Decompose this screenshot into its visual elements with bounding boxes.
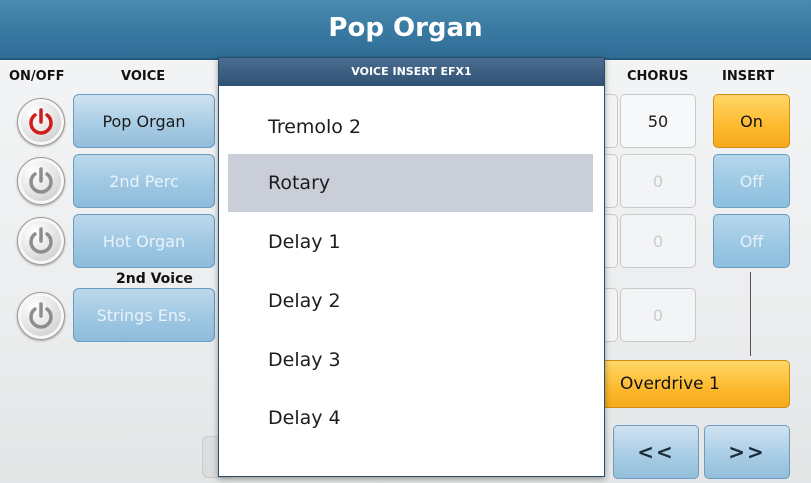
chorus-value-3[interactable]: 0 — [620, 214, 696, 268]
chorus-value-4[interactable]: 0 — [620, 288, 696, 342]
power-button-voice-1[interactable] — [17, 98, 65, 146]
list-item[interactable]: Delay 3 — [228, 331, 593, 389]
reverb-box-edge — [604, 94, 618, 148]
power-off-icon — [29, 302, 53, 329]
next-button[interactable]: >> — [704, 425, 790, 479]
header-insert: INSERT — [722, 69, 775, 84]
list-item[interactable]: Tremolo 2 — [228, 98, 593, 156]
insert-toggle-2[interactable]: Off — [713, 154, 790, 208]
list-item[interactable]: Delay 4 — [228, 389, 593, 447]
chorus-value-1[interactable]: 50 — [620, 94, 696, 148]
voice-button-3[interactable]: Hot Organ — [73, 214, 215, 268]
power-off-icon — [29, 227, 53, 254]
connector-line — [750, 272, 751, 356]
voice-button-4[interactable]: Strings Ens. — [73, 288, 215, 342]
list-item[interactable]: Delay 2 — [228, 272, 593, 330]
power-button-voice-2[interactable] — [17, 157, 65, 205]
voice-insert-popup: VOICE INSERT EFX1 Tremolo 2 Rotary Delay… — [218, 57, 605, 477]
insert-toggle-1[interactable]: On — [713, 94, 790, 148]
power-button-voice-3[interactable] — [17, 217, 65, 265]
reverb-box-edge — [604, 154, 618, 208]
chorus-value-2[interactable]: 0 — [620, 154, 696, 208]
list-item-selected[interactable]: Rotary — [228, 154, 593, 212]
power-off-icon — [29, 167, 53, 194]
header-voice: VOICE — [121, 69, 166, 84]
voice-button-2[interactable]: 2nd Perc — [73, 154, 215, 208]
list-item[interactable]: Delay 1 — [228, 213, 593, 271]
voice-button-1[interactable]: Pop Organ — [73, 94, 215, 148]
header-onoff: ON/OFF — [9, 69, 65, 84]
power-on-icon — [29, 108, 53, 135]
power-button-voice-4[interactable] — [17, 292, 65, 340]
insert-toggle-3[interactable]: Off — [713, 214, 790, 268]
prev-button[interactable]: << — [613, 425, 699, 479]
popup-title: VOICE INSERT EFX1 — [219, 58, 604, 86]
second-voice-label: 2nd Voice — [116, 271, 193, 287]
insert-effect-button[interactable]: Overdrive 1 — [604, 360, 790, 408]
reverb-box-edge — [604, 214, 618, 268]
reverb-box-edge — [604, 288, 618, 342]
page-title: Pop Organ — [0, 0, 811, 60]
header-chorus: CHORUS — [627, 69, 689, 84]
